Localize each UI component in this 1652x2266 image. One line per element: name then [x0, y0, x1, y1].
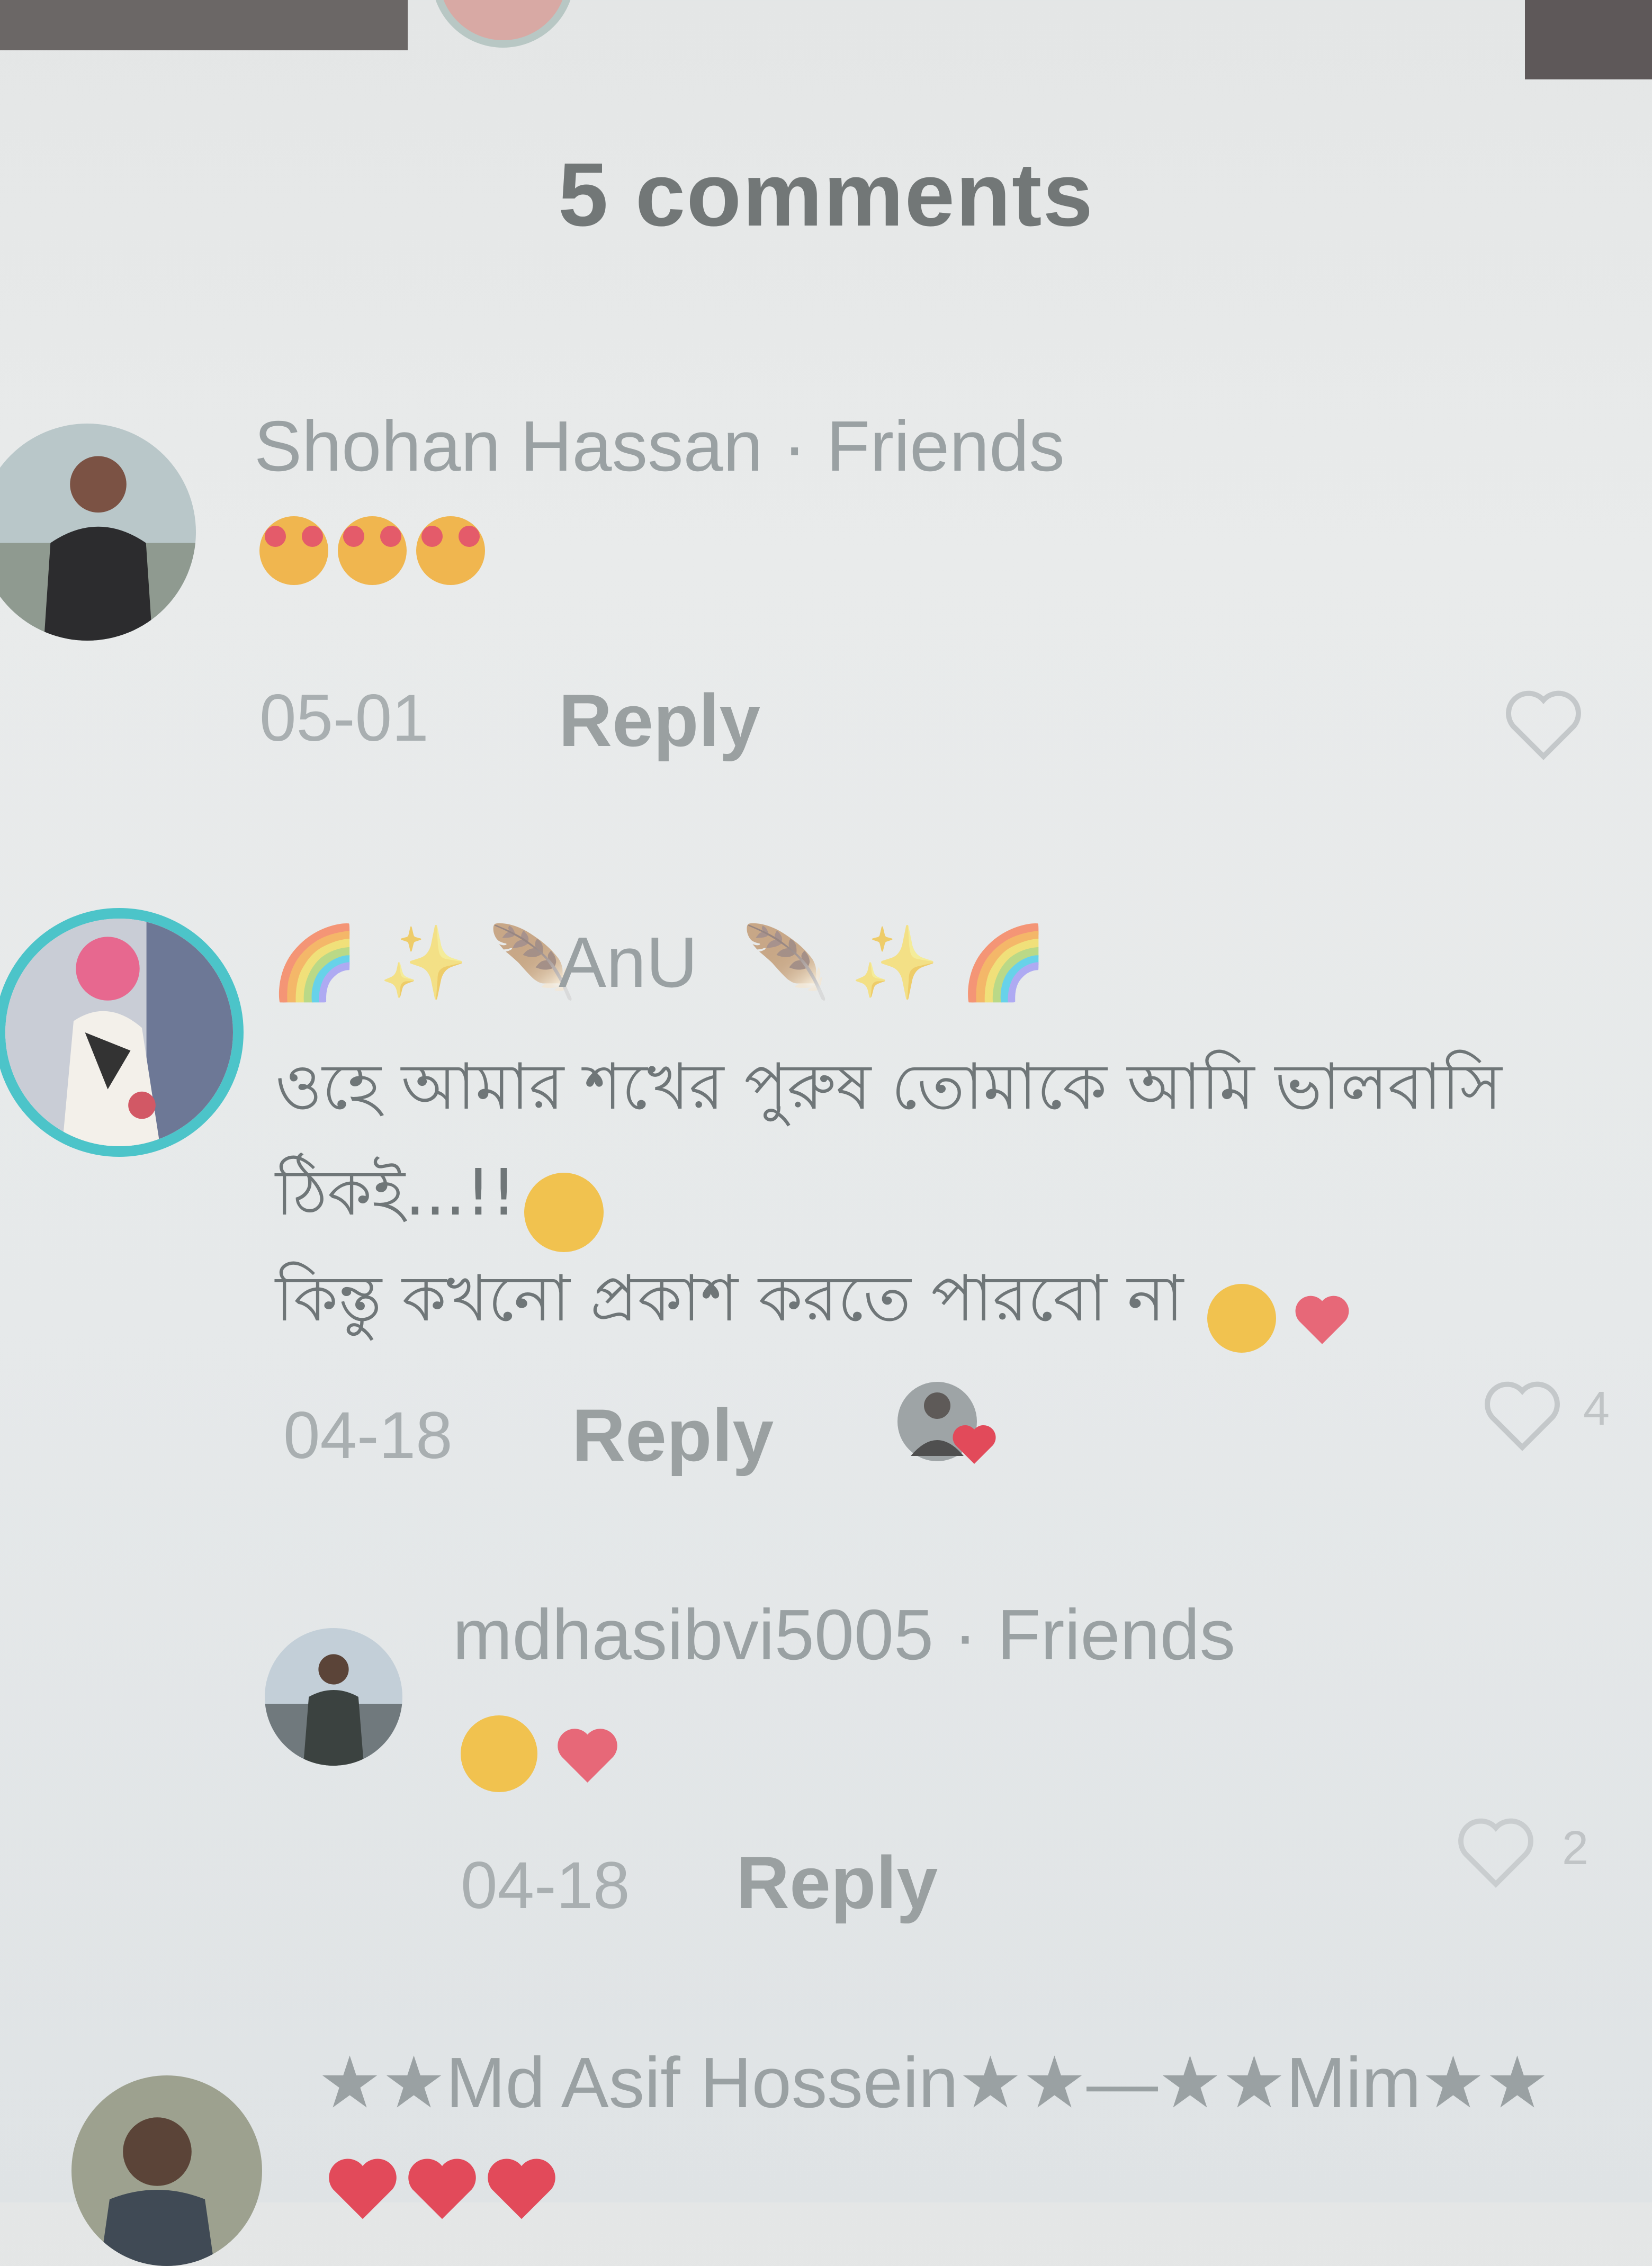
- avatar[interactable]: [71, 2075, 262, 2266]
- heart-icon[interactable]: [1477, 1369, 1567, 1459]
- commenter-name-decoration: 🪶 ✨ 🌈: [741, 923, 1048, 1003]
- commenter-name[interactable]: AnU: [559, 921, 698, 1003]
- red-heart-icon: [488, 2159, 555, 2219]
- comment-date: 04-18: [461, 1849, 630, 1922]
- heart-icon[interactable]: [1451, 1805, 1541, 1895]
- commenter-name[interactable]: mdhasibvi5005 · Friends: [453, 1594, 1235, 1676]
- like-count: 4: [1583, 1382, 1610, 1435]
- reply-button[interactable]: Reply: [559, 678, 760, 763]
- red-heart-icon: [329, 2159, 397, 2219]
- avatar[interactable]: [265, 1628, 402, 1766]
- comment-emojis: [461, 1715, 626, 1792]
- profile-photo: [71, 2075, 262, 2266]
- profile-photo: [5, 919, 233, 1146]
- comment-text: ঠিকই...!!: [275, 1156, 517, 1230]
- smiling-face-with-hearts-icon: [259, 516, 328, 585]
- post-author-avatar[interactable]: [432, 0, 574, 48]
- avatar[interactable]: [0, 908, 244, 1157]
- top-bar-right: [1525, 0, 1652, 79]
- like-count: 2: [1562, 1822, 1589, 1875]
- mending-heart-icon: [558, 1729, 618, 1783]
- comment-emojis: [259, 516, 495, 585]
- profile-photo: [0, 424, 196, 641]
- profile-photo: [265, 1628, 402, 1766]
- author-liked-badge: [895, 1377, 1001, 1467]
- top-bar-left: [0, 0, 408, 50]
- heart-icon[interactable]: [1498, 678, 1588, 768]
- comment-text: কিন্তু কখনো প্রকাশ করতে পারবো না: [275, 1262, 1184, 1336]
- commenter-name-decoration: 🌈 ✨ 🪶: [270, 923, 577, 1003]
- comment-date: 04-18: [283, 1399, 453, 1472]
- comment-text-line: ওহে আমার শখের পুরুষ তোমাকে আমি ভালবাসি: [275, 1050, 1502, 1124]
- comment-date: 05-01: [259, 681, 429, 755]
- smiling-face-with-hearts-icon: [338, 516, 407, 585]
- grinning-face-icon: [461, 1715, 537, 1792]
- reply-button[interactable]: Reply: [572, 1392, 774, 1478]
- avatar[interactable]: [0, 424, 196, 641]
- mending-heart-icon: [1295, 1296, 1349, 1344]
- smiling-face-with-hearts-icon: [416, 516, 485, 585]
- grinning-face-icon: [1207, 1283, 1276, 1353]
- red-heart-icon: [408, 2159, 476, 2219]
- grinning-sweat-icon: [524, 1172, 604, 1252]
- reply-button[interactable]: Reply: [736, 1840, 938, 1926]
- commenter-name[interactable]: Shohan Hassan · Friends: [254, 405, 1065, 487]
- comments-title: 5 comments: [558, 145, 1094, 245]
- commenter-name[interactable]: ★★Md Asif Hossein★★—★★Mim★★: [318, 2041, 1549, 2124]
- comment-text-line: ঠিকই...!!: [275, 1144, 613, 1252]
- comment-emojis: [323, 2150, 561, 2229]
- comment-text-line: কিন্তু কখনো প্রকাশ করতে পারবো না: [275, 1249, 1357, 1356]
